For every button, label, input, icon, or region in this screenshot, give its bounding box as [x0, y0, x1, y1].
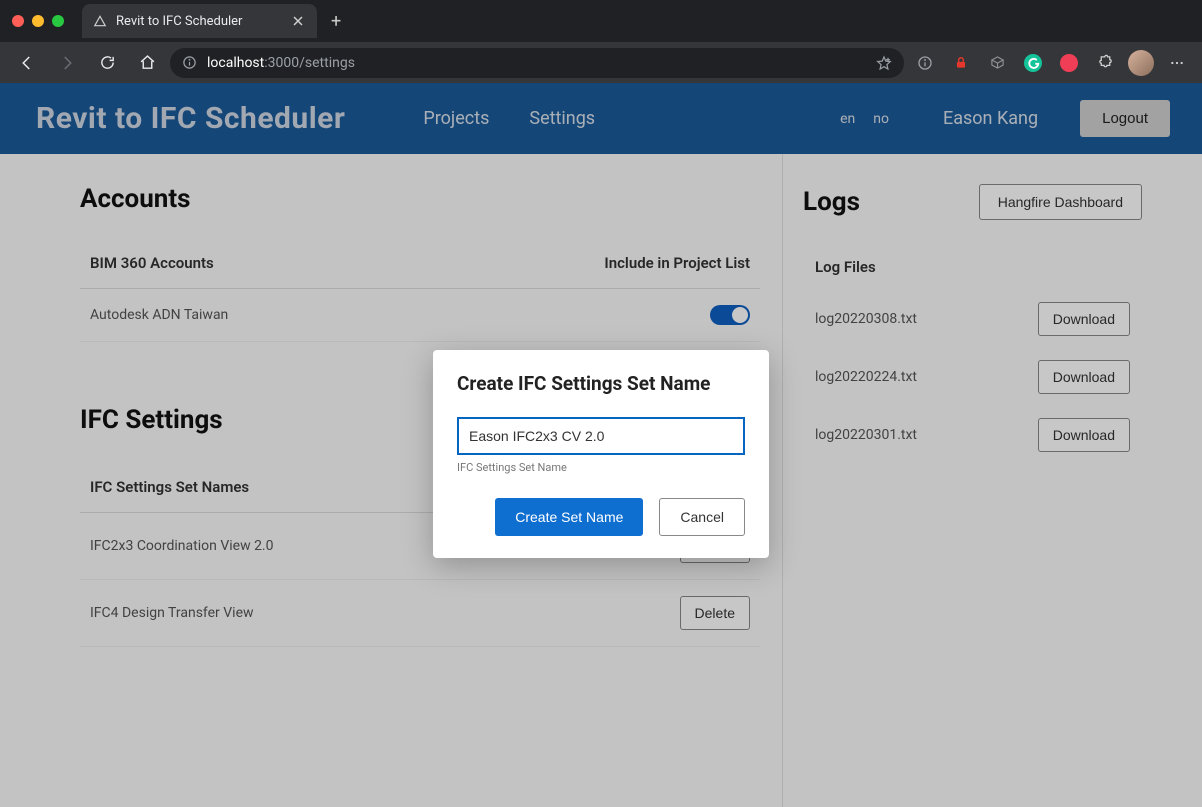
home-button[interactable] [130, 47, 164, 79]
site-info-icon[interactable] [182, 55, 197, 70]
back-button[interactable] [10, 47, 44, 79]
overflow-menu-icon[interactable] [1162, 48, 1192, 78]
dialog-title: Create IFC Settings Set Name [457, 372, 745, 395]
new-tab-button[interactable]: + [317, 11, 355, 32]
address-bar[interactable]: localhost:3000/settings [170, 48, 904, 78]
red-extension-icon[interactable] [1060, 54, 1078, 72]
window-close-icon[interactable] [12, 15, 24, 27]
create-ifc-set-dialog: Create IFC Settings Set Name IFC Setting… [433, 350, 769, 558]
info-extension-icon[interactable] [910, 48, 940, 78]
url-text: localhost:3000/settings [207, 55, 355, 71]
bookmark-star-icon[interactable] [876, 55, 892, 71]
grammarly-extension-icon[interactable] [1024, 54, 1042, 72]
window-minimize-icon[interactable] [32, 15, 44, 27]
window-controls[interactable] [12, 15, 64, 27]
profile-avatar[interactable] [1126, 48, 1156, 78]
cube-extension-icon[interactable] [982, 48, 1012, 78]
forward-button [50, 47, 84, 79]
puzzle-extension-icon[interactable] [1090, 48, 1120, 78]
window-fullscreen-icon[interactable] [52, 15, 64, 27]
create-set-button[interactable]: Create Set Name [495, 498, 643, 536]
browser-tab[interactable]: Revit to IFC Scheduler [82, 4, 317, 38]
tab-favicon-icon [92, 13, 108, 29]
browser-chrome: Revit to IFC Scheduler + localhost:3000/… [0, 0, 1202, 83]
tab-close-icon[interactable] [289, 12, 307, 30]
tab-title: Revit to IFC Scheduler [116, 14, 242, 29]
tab-strip: Revit to IFC Scheduler + [0, 0, 1202, 42]
lock-extension-icon[interactable] [946, 48, 976, 78]
reload-button[interactable] [90, 47, 124, 79]
browser-toolbar: localhost:3000/settings [0, 42, 1202, 83]
ifc-set-name-input[interactable] [457, 417, 745, 455]
cancel-button[interactable]: Cancel [659, 498, 745, 536]
dialog-helper: IFC Settings Set Name [457, 461, 745, 474]
